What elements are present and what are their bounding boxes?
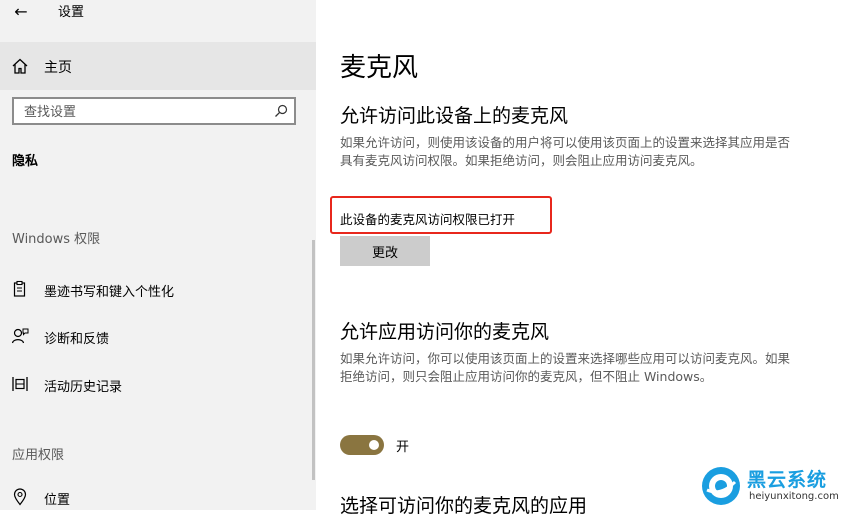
section-heading-app-access: 允许应用访问你的麦克风 <box>340 321 550 343</box>
toggle-knob <box>369 440 379 450</box>
sidebar-item-inking-typing[interactable]: 墨迹书写和键入个性化 <box>0 270 316 310</box>
highlight-annotation <box>330 196 552 234</box>
watermark-title: 黑云系统 <box>747 469 828 491</box>
sidebar-item-label: 活动历史记录 <box>44 380 123 395</box>
search-input[interactable] <box>22 102 266 122</box>
group-header-app-permissions: 应用权限 <box>12 448 65 463</box>
section-heading-choose-apps: 选择可访问你的麦克风的应用 <box>340 495 588 517</box>
device-access-description: 如果允许访问，则使用该设备的用户将可以使用该页面上的设置来选择其应用是否具有麦克… <box>340 135 791 168</box>
cloud-logo-icon <box>702 467 740 505</box>
back-arrow-icon: ← <box>14 1 28 21</box>
main-content: 麦克风 允许访问此设备上的麦克风 如果允许访问，则使用该设备的用户将可以使用该页… <box>316 0 865 517</box>
sidebar-scrollbar[interactable] <box>312 240 315 480</box>
window-title: 设置 <box>58 5 85 20</box>
app-access-description: 如果允许访问，你可以使用该页面上的设置来选择哪些应用可以访问麦克风。如果拒绝访问… <box>340 351 791 384</box>
pen-clipboard-icon <box>13 280 26 297</box>
person-feedback-icon <box>11 328 29 344</box>
watermark: 黑云系统 heiyunxitong.com <box>699 462 859 508</box>
change-button[interactable]: 更改 <box>340 236 430 266</box>
section-title-privacy: 隐私 <box>12 154 39 169</box>
activity-history-icon <box>12 377 28 391</box>
search-box[interactable] <box>12 97 296 125</box>
title-bar: ← 设置 <box>0 0 316 40</box>
sidebar-item-diagnostics-feedback[interactable]: 诊断和反馈 <box>0 317 316 357</box>
toggle-state-label: 开 <box>396 440 410 455</box>
sidebar-item-label: 主页 <box>44 60 72 76</box>
back-button[interactable]: ← <box>4 0 38 22</box>
section-heading-device-access: 允许访问此设备上的麦克风 <box>340 105 569 127</box>
sidebar-item-label: 墨迹书写和键入个性化 <box>44 285 175 300</box>
search-icon[interactable] <box>274 104 288 118</box>
watermark-url: heiyunxitong.com <box>749 491 839 502</box>
sidebar-item-location[interactable]: 位置 <box>0 478 316 518</box>
sidebar: ← 设置 主页 隐私 Windows 权限 墨迹书写和键入个性化 <box>0 0 316 510</box>
sidebar-item-label: 位置 <box>44 493 71 508</box>
home-icon <box>12 58 28 74</box>
sidebar-item-activity-history[interactable]: 活动历史记录 <box>0 365 316 405</box>
sidebar-item-home[interactable]: 主页 <box>0 42 316 90</box>
sidebar-item-label: 诊断和反馈 <box>44 332 110 347</box>
page-title: 麦克风 <box>340 53 419 83</box>
app-access-toggle[interactable] <box>340 435 384 455</box>
group-header-windows-permissions: Windows 权限 <box>12 232 101 247</box>
location-icon <box>13 488 27 506</box>
